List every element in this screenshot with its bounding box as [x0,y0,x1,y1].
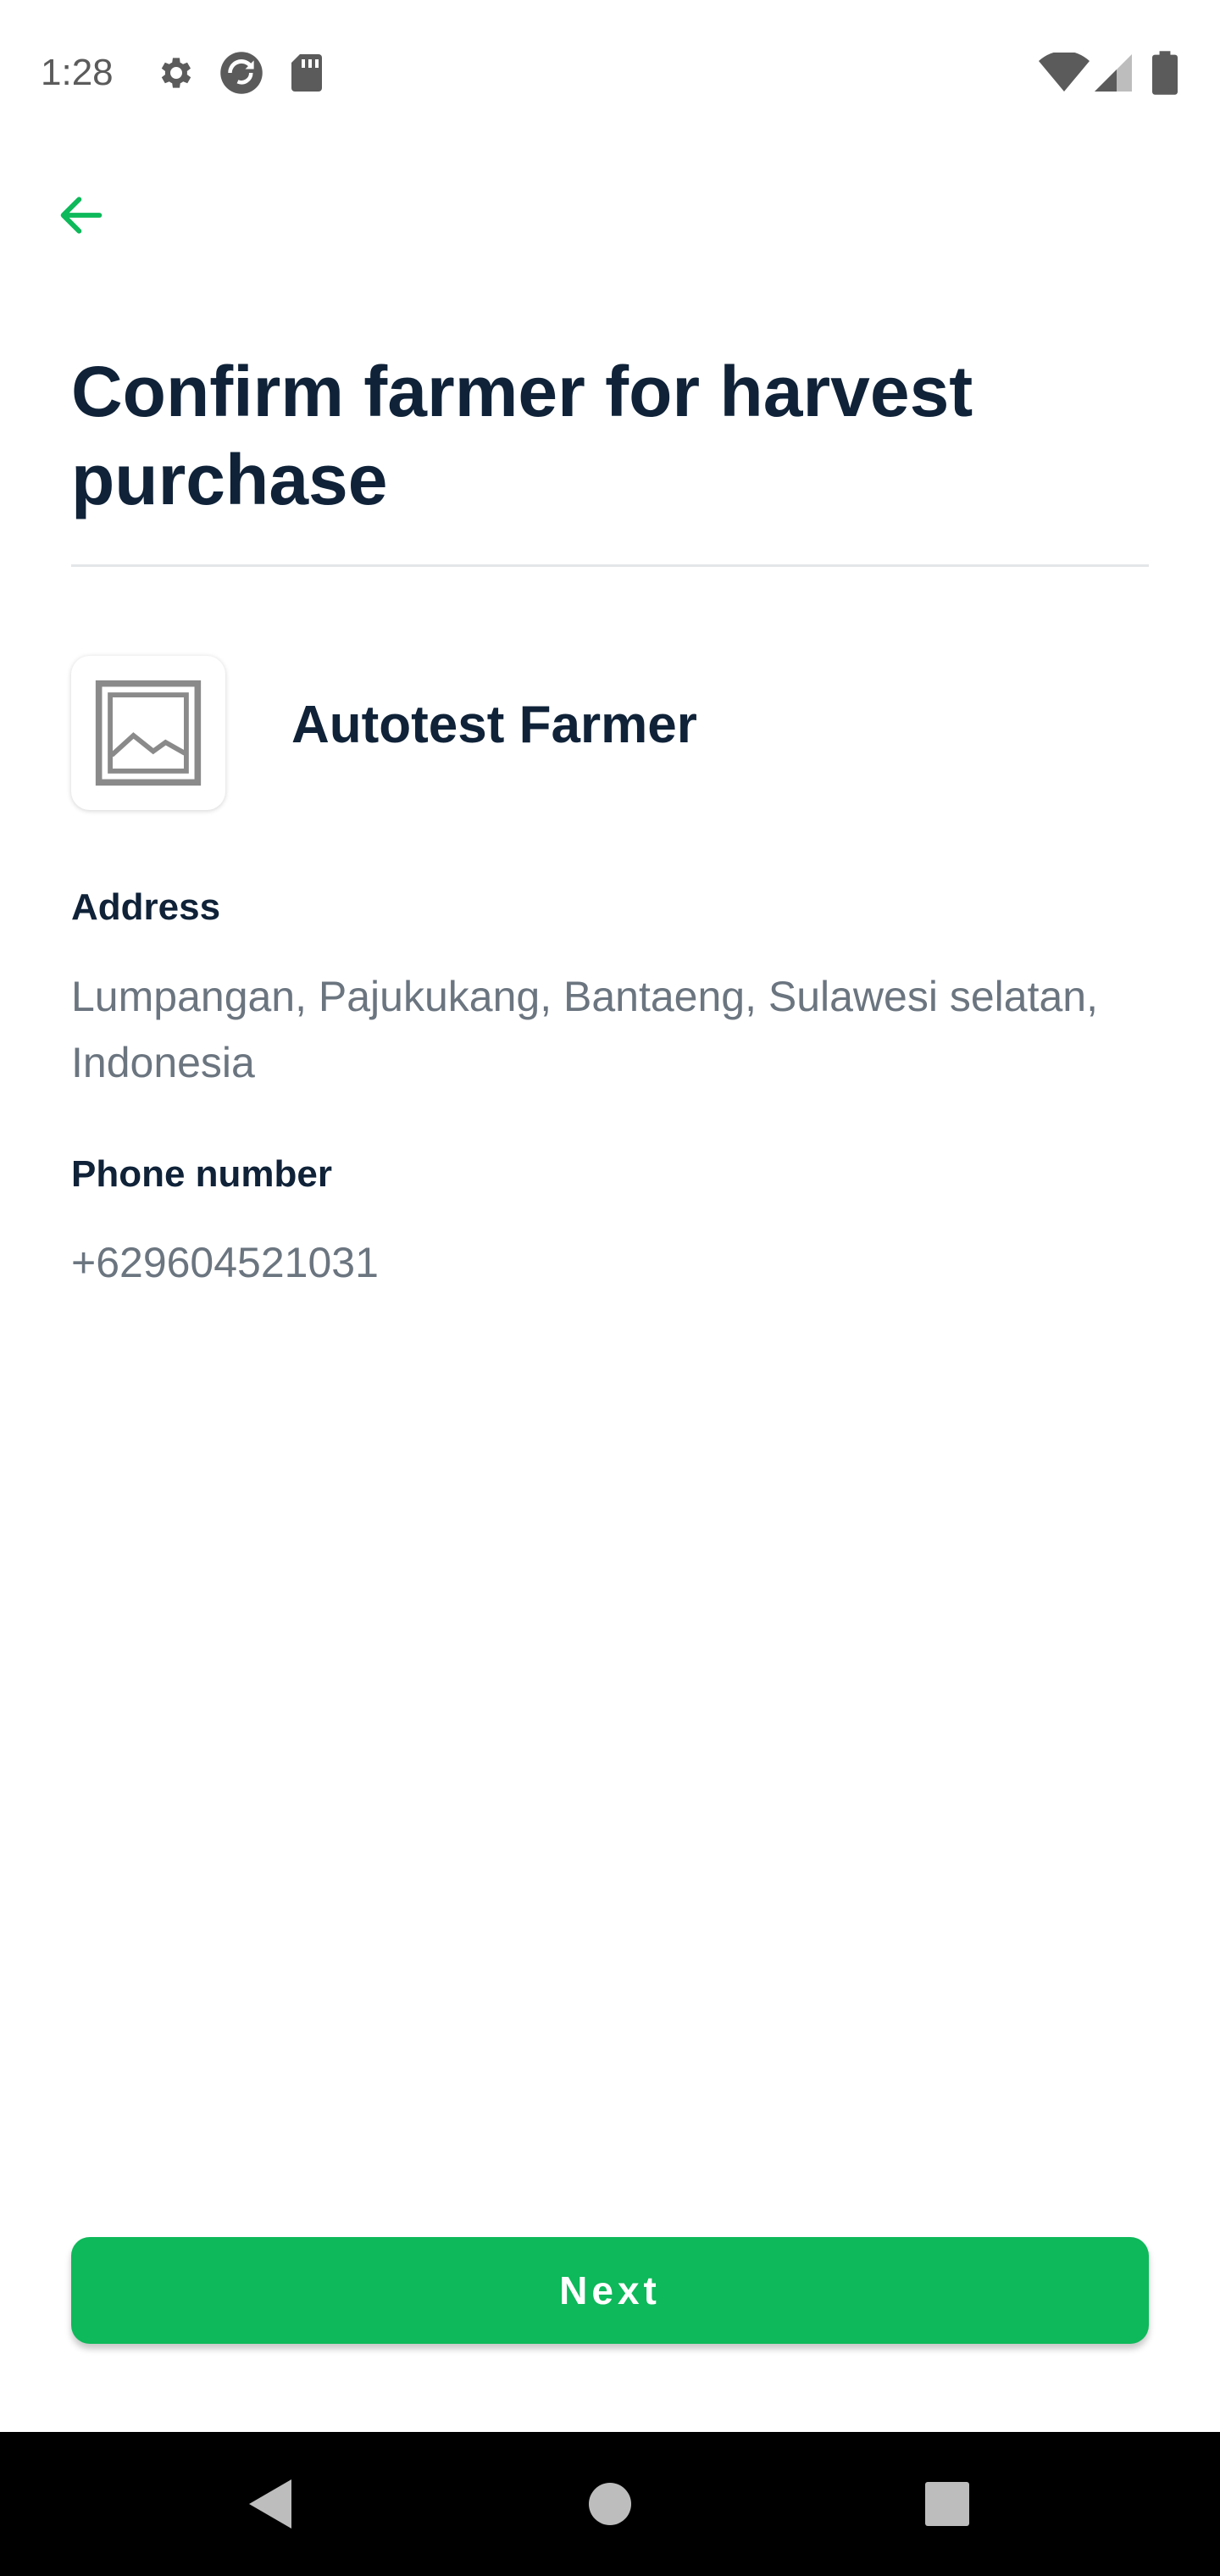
nav-home-icon [589,2483,631,2525]
address-label: Address [71,886,221,928]
status-bar: 1:28 [0,0,1220,146]
next-button[interactable]: Next [71,2237,1149,2344]
nav-back-icon [249,2479,291,2529]
farmer-name: Autotest Farmer [291,696,697,754]
wifi-icon [1039,53,1090,93]
battery-icon [1152,51,1178,95]
signal-icon [1093,53,1134,93]
system-navigation-bar [0,2432,1220,2576]
nav-home-button[interactable] [572,2466,648,2542]
back-button[interactable] [37,171,125,259]
settings-gear-icon [156,53,197,93]
arrow-left-icon [60,197,103,234]
sync-icon [219,50,264,96]
image-placeholder-icon [95,680,202,786]
nav-recents-button[interactable] [909,2466,985,2542]
phone-label: Phone number [71,1153,333,1195]
sd-card-icon [288,53,325,93]
status-time: 1:28 [41,52,114,93]
nav-back-button[interactable] [232,2466,308,2542]
phone-value: +629604521031 [71,1239,379,1286]
address-value: Lumpangan, Pajukukang, Bantaeng, Sulawes… [71,973,1098,1086]
nav-recents-icon [925,2482,969,2526]
divider [71,564,1149,567]
page-title: Confirm farmer for harvest purchase [71,352,973,519]
farmer-avatar [71,656,225,810]
